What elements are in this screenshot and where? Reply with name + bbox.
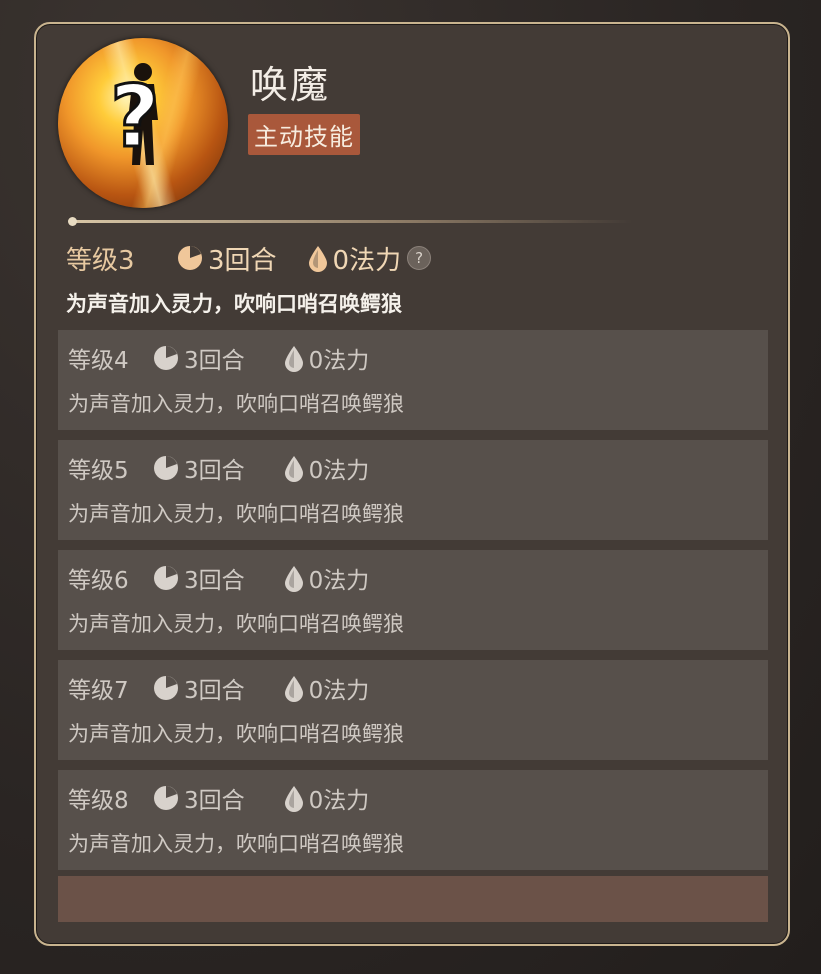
level-stats-row: 等级8 3回合 0法力 <box>68 778 758 818</box>
level-stats-row: 等级6 3回合 0法力 <box>68 558 758 598</box>
level-stats-row: 等级5 3回合 0法力 <box>68 448 758 488</box>
skill-icon: ? <box>58 38 228 208</box>
mana-text: 0法力 <box>308 568 370 594</box>
level-stats-row: 等级4 3回合 0法力 <box>68 338 758 378</box>
skill-tooltip-panel: ? 唤魔 主动技能 等级3 3回合 0法力 ? 为声音加入灵力，吹响口哨召唤鳄狼… <box>34 22 790 946</box>
level-label: 等级6 <box>68 568 129 594</box>
rounds-text: 3回合 <box>184 458 245 484</box>
skill-type-badge: 主动技能 <box>248 114 360 155</box>
rounds-text: 3回合 <box>184 348 245 374</box>
current-level-section: 等级3 3回合 0法力 ? 为声音加入灵力，吹响口哨召唤鳄狼 <box>66 238 766 318</box>
rounds-stat: 3回合 <box>152 671 245 705</box>
rounds-stat: 3回合 <box>152 781 245 815</box>
divider <box>68 217 632 226</box>
mana-text: 0法力 <box>308 788 370 814</box>
level-description: 为声音加入灵力，吹响口哨召唤鳄狼 <box>68 832 404 856</box>
level-label: 等级7 <box>68 678 129 704</box>
level-block: 等级7 3回合 0法力 为声音加入灵力，吹响口哨召唤鳄狼 <box>58 660 768 760</box>
current-level-label: 等级3 <box>66 245 135 276</box>
help-icon[interactable]: ? <box>407 246 432 270</box>
rounds-stat: 3回合 <box>152 451 245 485</box>
level-description: 为声音加入灵力，吹响口哨召唤鳄狼 <box>68 502 404 526</box>
mana-drop-icon <box>284 786 303 812</box>
level-label: 等级5 <box>68 458 129 484</box>
mana-text: 0法力 <box>308 458 370 484</box>
cooldown-icon <box>178 246 202 270</box>
mana-stat: 0法力 <box>283 341 370 375</box>
mana-drop-icon <box>308 246 327 272</box>
mana-stat: 0法力 <box>283 781 370 815</box>
level-description: 为声音加入灵力，吹响口哨召唤鳄狼 <box>68 392 404 416</box>
level-block: 等级6 3回合 0法力 为声音加入灵力，吹响口哨召唤鳄狼 <box>58 550 768 650</box>
level-block: 等级5 3回合 0法力 为声音加入灵力，吹响口哨召唤鳄狼 <box>58 440 768 540</box>
mana-text: 0法力 <box>308 678 370 704</box>
current-description: 为声音加入灵力，吹响口哨召唤鳄狼 <box>66 292 402 316</box>
rounds-stat: 3回合 <box>152 341 245 375</box>
current-rounds-text: 3回合 <box>208 245 277 276</box>
footer-bar <box>58 876 768 922</box>
mana-stat: 0法力 <box>283 451 370 485</box>
mana-drop-icon <box>284 456 303 482</box>
cooldown-icon <box>154 676 178 700</box>
rounds-text: 3回合 <box>184 788 245 814</box>
mana-stat: 0法力 <box>283 561 370 595</box>
rounds-text: 3回合 <box>184 678 245 704</box>
level-description: 为声音加入灵力，吹响口哨召唤鳄狼 <box>68 722 404 746</box>
cooldown-icon <box>154 786 178 810</box>
level-block: 等级8 3回合 0法力 为声音加入灵力，吹响口哨召唤鳄狼 <box>58 770 768 870</box>
mana-drop-icon <box>284 676 303 702</box>
question-mark-icon: ? <box>109 67 162 167</box>
cooldown-icon <box>154 566 178 590</box>
current-mana-stat: 0法力 ? <box>307 240 432 277</box>
current-rounds-stat: 3回合 <box>176 240 277 277</box>
cooldown-icon <box>154 456 178 480</box>
rounds-stat: 3回合 <box>152 561 245 595</box>
level-block: 等级4 3回合 0法力 为声音加入灵力，吹响口哨召唤鳄狼 <box>58 330 768 430</box>
level-label: 等级8 <box>68 788 129 814</box>
current-stats-row: 等级3 3回合 0法力 ? <box>66 238 766 278</box>
mana-drop-icon <box>284 346 303 372</box>
mana-stat: 0法力 <box>283 671 370 705</box>
level-description: 为声音加入灵力，吹响口哨召唤鳄狼 <box>68 612 404 636</box>
level-stats-row: 等级7 3回合 0法力 <box>68 668 758 708</box>
skill-name: 唤魔 <box>250 63 331 107</box>
rounds-text: 3回合 <box>184 568 245 594</box>
mana-text: 0法力 <box>308 348 370 374</box>
mana-drop-icon <box>284 566 303 592</box>
cooldown-icon <box>154 346 178 370</box>
level-label: 等级4 <box>68 348 129 374</box>
current-mana-text: 0法力 <box>332 245 402 276</box>
